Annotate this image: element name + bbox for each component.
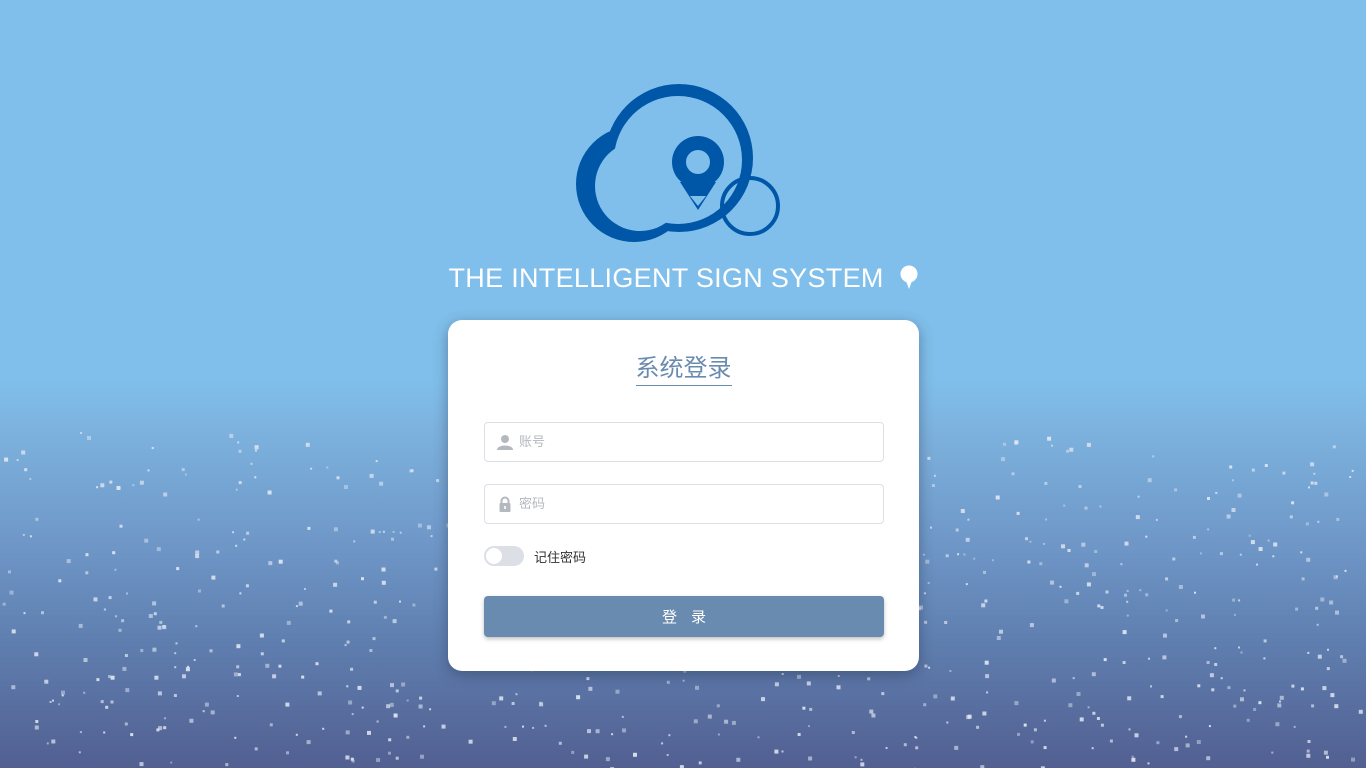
remember-password-label[interactable]: 记住密码: [534, 547, 586, 566]
user-icon: [497, 435, 513, 450]
login-button[interactable]: 登录: [484, 596, 884, 637]
brand-title: THE INTELLIGENT SIGN SYSTEM: [0, 258, 1366, 298]
password-input[interactable]: [519, 485, 869, 523]
username-field[interactable]: [484, 422, 884, 462]
login-title: 系统登录: [448, 352, 919, 386]
password-field[interactable]: [484, 484, 884, 524]
remember-password-row: 记住密码: [484, 546, 586, 566]
username-input[interactable]: [519, 423, 869, 461]
remember-password-toggle[interactable]: [484, 546, 524, 566]
cloud-location-pin-logo: [576, 84, 780, 242]
toggle-knob: [486, 548, 502, 564]
login-title-text: 系统登录: [635, 352, 732, 386]
brand-title-text: THE INTELLIGENT SIGN SYSTEM: [448, 263, 884, 293]
balloon-pin-icon: [900, 265, 917, 289]
login-card: 系统登录 记住密码 登录: [448, 320, 919, 671]
lock-icon: [499, 496, 511, 512]
